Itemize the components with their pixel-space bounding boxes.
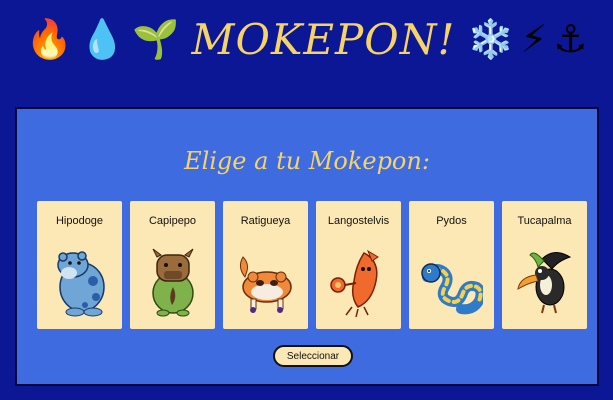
selection-subtitle: Elige a tu Mokepon: [184, 147, 430, 175]
water-drop-icon: 💧 [78, 17, 127, 61]
mokepon-name: Pydos [436, 215, 467, 227]
mokepon-card-tucapalma[interactable]: Tucapalma [502, 201, 587, 329]
mokepon-card-ratigueya[interactable]: Ratigueya [223, 201, 308, 329]
ratigueya-image [239, 256, 292, 313]
langostelvis-image [330, 249, 379, 318]
tucapalma-image [517, 252, 572, 314]
anchor-icon: ⚓ [553, 17, 588, 61]
select-pet-button[interactable]: Seleccionar [273, 345, 353, 367]
mokepon-name: Langostelvis [327, 215, 390, 227]
mokepon-name: Tucapalma [517, 215, 572, 227]
mokepon-card-list: Hipodoge Capipepo Ratigueya Langostelvis… [37, 201, 587, 329]
mokepon-card-pydos[interactable]: Pydos [409, 201, 494, 329]
fire-icon: 🔥 [25, 17, 73, 61]
mokepon-name: Ratigueya [240, 215, 291, 227]
game-title: MOKEPON! [191, 14, 456, 64]
title-bar: 🔥 💧 🌱 MOKEPON! ❄️ ⚡ ⚓ [0, 8, 613, 70]
mokepon-name: Capipepo [148, 215, 197, 227]
lightning-icon: ⚡ [520, 17, 548, 61]
capipepo-image [152, 248, 194, 317]
mokepon-card-hipodoge[interactable]: Hipodoge [37, 201, 122, 329]
hipodoge-image [57, 251, 105, 317]
sprout-icon: 🌱 [132, 17, 180, 61]
pet-selection-panel: Elige a tu Mokepon: Hipodoge Capipepo Ra… [15, 107, 599, 386]
snowflake-icon: ❄️ [467, 17, 515, 61]
mokepon-card-capipepo[interactable]: Capipepo [130, 201, 215, 329]
pydos-image [421, 263, 483, 315]
mokepon-name: Hipodoge [55, 215, 104, 227]
mokepon-card-langostelvis[interactable]: Langostelvis [316, 201, 401, 329]
